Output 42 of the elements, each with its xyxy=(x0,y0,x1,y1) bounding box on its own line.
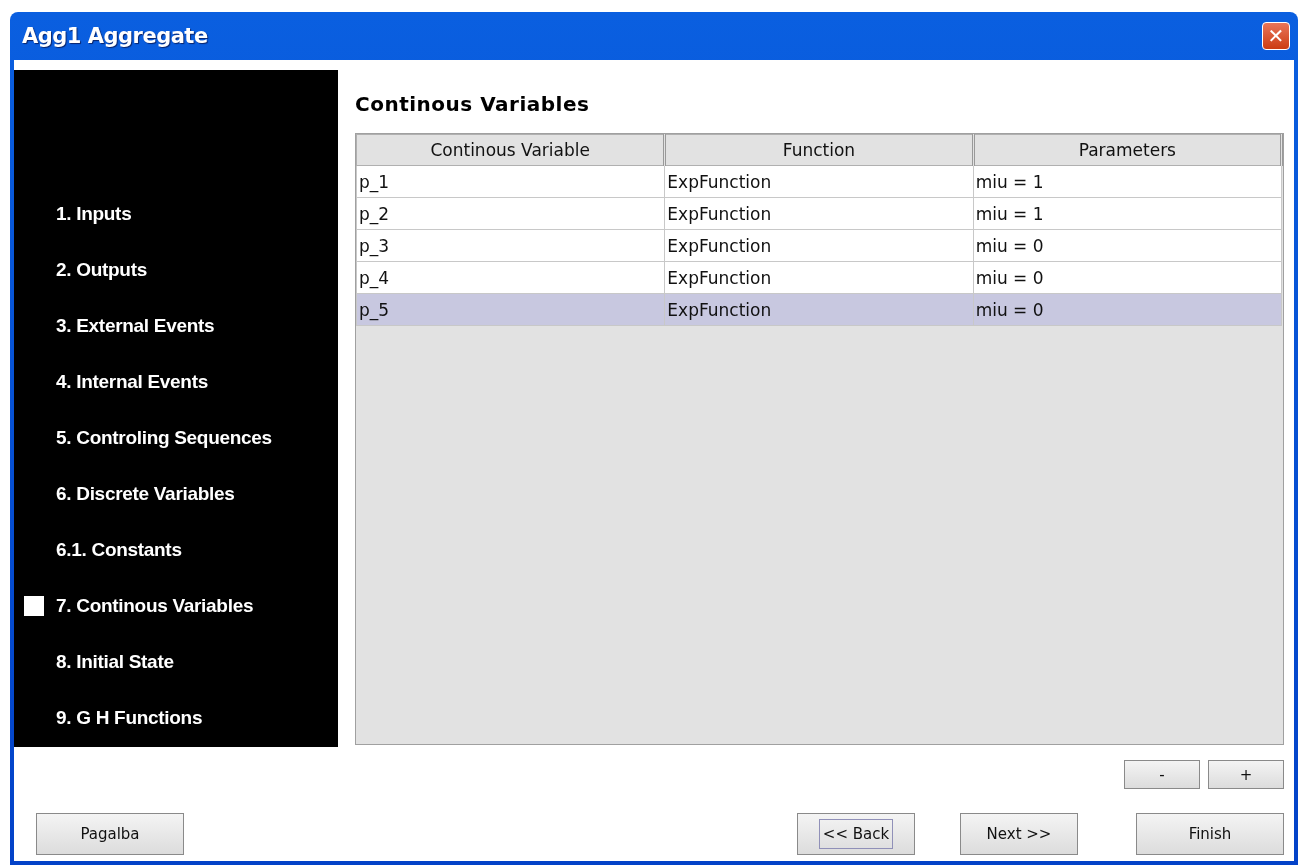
back-button[interactable]: << Back xyxy=(797,813,915,855)
remove-row-button[interactable]: - xyxy=(1124,760,1200,789)
step-item[interactable]: 1. Inputs xyxy=(56,203,132,225)
table-cell: ExpFunction xyxy=(664,261,974,294)
step-item[interactable]: 7. Continous Variables xyxy=(56,595,254,617)
table-cell: p_5 xyxy=(356,293,665,326)
table-cell: miu = 1 xyxy=(973,197,1282,230)
table-row[interactable]: p_1 ExpFunction miu = 1 xyxy=(356,165,1282,198)
next-button[interactable]: Next >> xyxy=(960,813,1078,855)
page-title: Continous Variables xyxy=(355,91,591,118)
help-button[interactable]: Pagalba xyxy=(36,813,184,855)
table-row[interactable]: p_5 ExpFunction miu = 0 xyxy=(356,293,1282,326)
column-header[interactable]: Continous Variable xyxy=(356,134,665,166)
table-row[interactable]: p_4 ExpFunction miu = 0 xyxy=(356,261,1282,294)
table-cell: ExpFunction xyxy=(664,293,974,326)
table-cell: miu = 0 xyxy=(973,293,1282,326)
table-cell: ExpFunction xyxy=(664,229,974,262)
finish-button[interactable]: Finish xyxy=(1136,813,1284,855)
step-item[interactable]: 6.1. Constants xyxy=(56,539,182,561)
step-item[interactable]: 4. Internal Events xyxy=(56,371,208,393)
table-cell: ExpFunction xyxy=(664,197,974,230)
table-cell: p_1 xyxy=(356,165,665,198)
step-item[interactable]: 5. Controling Sequences xyxy=(56,427,272,449)
table-cell: p_4 xyxy=(356,261,665,294)
table-cell: p_3 xyxy=(356,229,665,262)
table-cell: miu = 0 xyxy=(973,261,1282,294)
step-item[interactable]: 6. Discrete Variables xyxy=(56,483,235,505)
step-item[interactable]: 9. G H Functions xyxy=(56,707,203,729)
table-cell: miu = 1 xyxy=(973,165,1282,198)
add-row-button[interactable]: + xyxy=(1208,760,1284,789)
step-item[interactable]: 3. External Events xyxy=(56,315,215,337)
table-row[interactable]: p_3 ExpFunction miu = 0 xyxy=(356,229,1282,262)
table-cell: ExpFunction xyxy=(664,165,974,198)
column-header[interactable]: Function xyxy=(664,134,974,166)
table-row[interactable]: p_2 ExpFunction miu = 1 xyxy=(356,197,1282,230)
step-item[interactable]: 8. Initial State xyxy=(56,651,174,673)
step-item[interactable]: 2. Outputs xyxy=(56,259,147,281)
close-button[interactable]: ✕ xyxy=(1262,22,1290,50)
table-cell: p_2 xyxy=(356,197,665,230)
column-header[interactable]: Parameters xyxy=(973,134,1282,166)
table-cell: miu = 0 xyxy=(973,229,1282,262)
window-title: Agg1 Aggregate xyxy=(22,24,208,48)
